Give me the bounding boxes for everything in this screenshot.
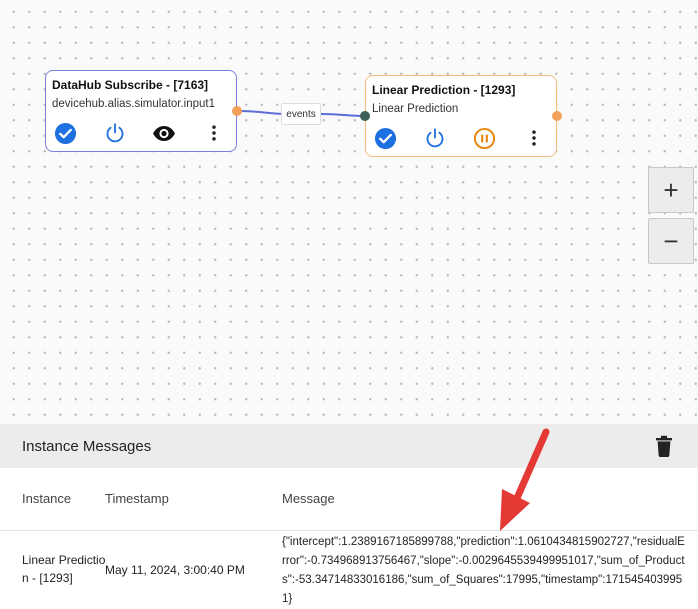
node-subtitle: devicehub.alias.simulator.input1 <box>52 98 216 110</box>
zoom-out-label: − <box>663 226 679 256</box>
linear-prediction-node[interactable]: Linear Prediction - [1293] Linear Predic… <box>365 75 557 157</box>
edge-label: events <box>281 103 321 125</box>
column-header-message[interactable]: Message <box>282 491 335 506</box>
column-header-timestamp[interactable]: Timestamp <box>105 491 169 506</box>
pause-circle-icon[interactable] <box>472 126 496 150</box>
flow-edge <box>236 110 366 117</box>
power-icon[interactable] <box>423 126 447 150</box>
node-subtitle: Linear Prediction <box>372 103 459 115</box>
node-title: Linear Prediction - [1293] <box>372 83 516 97</box>
more-vert-icon[interactable] <box>202 121 226 145</box>
power-icon[interactable] <box>103 121 127 145</box>
input-port[interactable] <box>360 111 370 121</box>
zoom-in-label: + <box>663 175 679 205</box>
panel-title: Instance Messages <box>22 438 152 455</box>
instance-messages-header: Instance Messages <box>0 424 698 468</box>
zoom-out-button[interactable]: − <box>648 218 694 264</box>
column-header-instance[interactable]: Instance <box>22 491 71 506</box>
eye-icon[interactable] <box>152 121 176 145</box>
cell-message: {"intercept":1.2389167185899788,"predict… <box>282 536 685 605</box>
delete-icon[interactable] <box>652 434 676 458</box>
datahub-subscribe-node[interactable]: DataHub Subscribe - [7163] devicehub.ali… <box>45 70 237 152</box>
check-circle-icon[interactable] <box>373 126 397 150</box>
node-title: DataHub Subscribe - [7163] <box>52 78 209 92</box>
cell-instance: Linear Prediction - [1293] <box>22 553 106 585</box>
output-port[interactable] <box>552 111 562 121</box>
more-vert-icon[interactable] <box>522 126 546 150</box>
flow-canvas[interactable]: DataHub Subscribe - [7163] devicehub.ali… <box>0 0 698 424</box>
divider <box>0 530 698 531</box>
output-port[interactable] <box>232 106 242 116</box>
check-circle-icon[interactable] <box>53 121 77 145</box>
zoom-in-button[interactable]: + <box>648 167 694 213</box>
cell-timestamp: May 11, 2024, 3:00:40 PM <box>105 563 245 577</box>
